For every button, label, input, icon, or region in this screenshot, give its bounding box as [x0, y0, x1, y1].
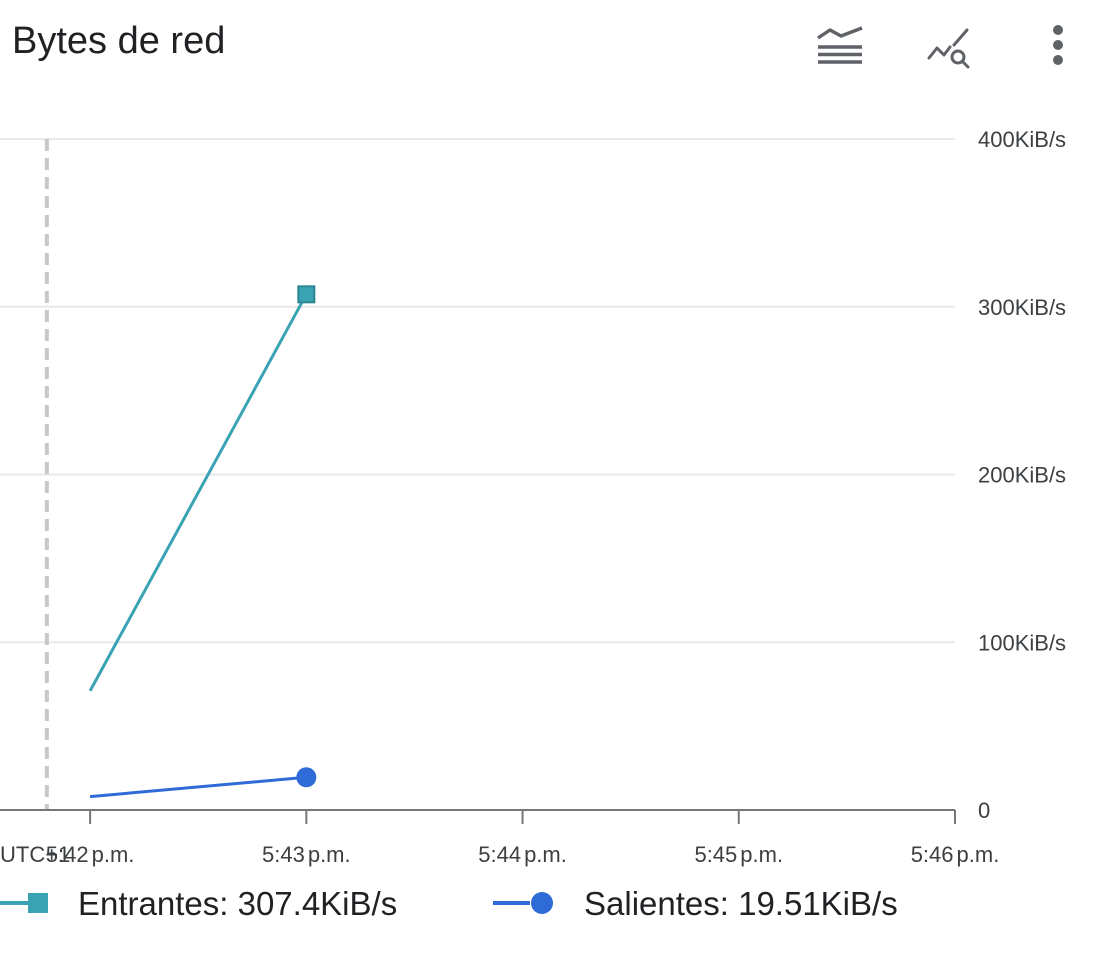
data-point-salientes [296, 767, 317, 788]
data-point-entrantes [297, 285, 316, 304]
legend-square-marker [28, 893, 48, 913]
series-layer [88, 285, 317, 799]
legend-label: Salientes: 19.51KiB/s [584, 885, 898, 922]
legend-item-entrantes[interactable]: Entrantes: 307.4KiB/s [0, 885, 397, 922]
line-chart: 0100KiB/s200KiB/s300KiB/s400KiB/s UTC+15… [0, 127, 1066, 922]
x-tick-label: 5:44 p.m. [478, 842, 567, 867]
x-tick-label: 5:45 p.m. [694, 842, 783, 867]
y-axis-labels: 0 100KiB/s 200KiB/s 300KiB/s 400KiB/s [978, 127, 1066, 823]
y-tick-label: 300KiB/s [978, 295, 1066, 320]
series-line-salientes [89, 775, 307, 799]
x-tick-label: 5:42 p.m. [46, 842, 135, 867]
y-tick-label: 400KiB/s [978, 127, 1066, 152]
legend-label: Entrantes: 307.4KiB/s [78, 885, 397, 922]
legend-item-salientes[interactable]: Salientes: 19.51KiB/s [493, 885, 898, 922]
x-axis-labels: UTC+15:42 p.m. 5:43 p.m. 5:44 p.m. 5:45 p.m. 5:4… [0, 842, 999, 867]
y-tick-label: 100KiB/s [978, 630, 1066, 655]
x-tick-label: 5:46 p.m. [911, 842, 1000, 867]
gridlines [0, 138, 955, 644]
x-tick-label: 5:43 p.m. [262, 842, 351, 867]
y-tick-label: 0 [978, 798, 990, 823]
legend-circle-marker [531, 892, 553, 914]
series-line-entrantes [88, 293, 308, 692]
x-axis [0, 809, 956, 824]
legend: Entrantes: 307.4KiB/s Salientes: 19.51KiB… [0, 885, 898, 922]
network-bytes-card: Bytes de red 0 100KiB/s 200KiB/s 300KiB/s [0, 0, 1118, 976]
y-tick-label: 200KiB/s [978, 463, 1066, 488]
